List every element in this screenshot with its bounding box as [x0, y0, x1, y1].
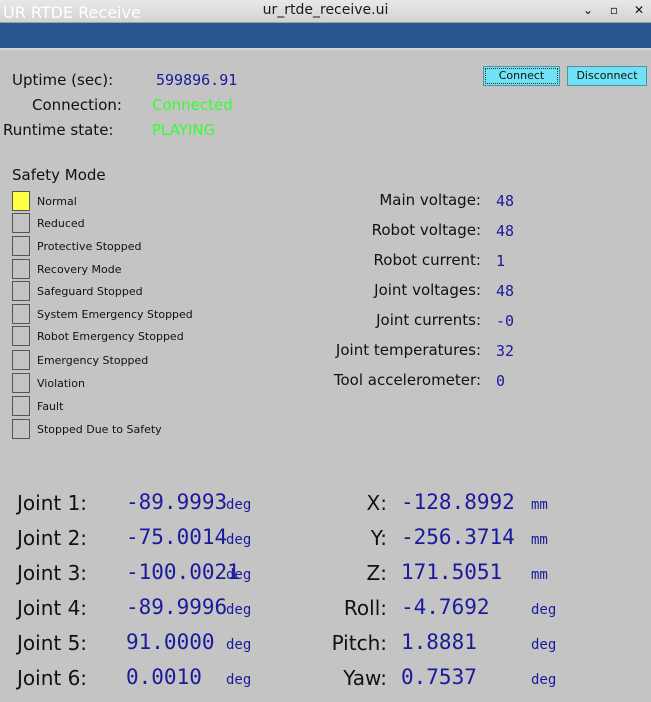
safety-mode-label: Reduced — [37, 217, 85, 230]
safety-indicator — [12, 259, 30, 279]
safety-mode-label: System Emergency Stopped — [37, 308, 193, 321]
joint-unit: deg — [226, 532, 252, 548]
safety-indicator — [12, 236, 30, 256]
runtime-label: Runtime state: — [3, 121, 114, 139]
joint-label: Joint 2: — [17, 526, 88, 550]
safety-mode-label: Robot Emergency Stopped — [37, 330, 184, 343]
joint-value: -89.9996 — [126, 595, 228, 619]
app-header — [0, 23, 651, 50]
joint-unit: deg — [226, 567, 252, 583]
pose-value: 171.5051 — [401, 560, 503, 584]
safety-indicator — [12, 373, 30, 393]
pose-label: Pitch: — [331, 631, 387, 655]
safety-indicator — [12, 191, 30, 211]
robot-status-label: Joint temperatures: — [335, 341, 481, 359]
joint-value: 0.0010 — [126, 665, 202, 689]
minimize-icon[interactable]: ⌄ — [579, 1, 597, 19]
joint-label: Joint 6: — [17, 666, 88, 690]
joint-unit: deg — [226, 672, 252, 688]
connection-label: Connection: — [32, 96, 122, 114]
robot-status-label: Tool accelerometer: — [333, 371, 481, 389]
pose-value: 0.7537 — [401, 665, 477, 689]
pose-label: Roll: — [343, 596, 387, 620]
robot-status-value: 1 — [496, 252, 506, 270]
joint-value: 91.0000 — [126, 630, 215, 654]
safety-indicator — [12, 419, 30, 439]
pose-value: -128.8992 — [401, 490, 515, 514]
uptime-value: 599896.91 — [156, 71, 238, 89]
connection-value: Connected — [152, 96, 233, 114]
pose-value: 1.8881 — [401, 630, 477, 654]
robot-status-label: Joint voltages: — [374, 281, 481, 299]
safety-mode-label: Fault — [37, 400, 64, 413]
joint-label: Joint 4: — [17, 596, 88, 620]
maximize-icon[interactable]: ▫ — [605, 1, 623, 19]
joint-unit: deg — [226, 637, 252, 653]
joint-unit: deg — [226, 602, 252, 618]
pose-label: Z: — [366, 561, 387, 585]
pose-unit: mm — [531, 567, 548, 583]
safety-mode-label: Stopped Due to Safety — [37, 423, 162, 436]
disconnect-button[interactable]: Disconnect — [567, 66, 647, 86]
safety-mode-label: Emergency Stopped — [37, 354, 149, 367]
joint-unit: deg — [226, 497, 252, 513]
pose-unit: deg — [531, 637, 557, 653]
pose-unit: deg — [531, 602, 557, 618]
joint-label: Joint 1: — [17, 491, 88, 515]
app-title: UR RTDE Receive — [3, 3, 141, 22]
pose-label: Yaw: — [343, 666, 387, 690]
pose-unit: mm — [531, 532, 548, 548]
robot-status-label: Robot voltage: — [371, 221, 481, 239]
safety-mode-label: Normal — [37, 195, 77, 208]
robot-status-value: 48 — [496, 222, 515, 240]
robot-status-value: 48 — [496, 282, 515, 300]
close-icon[interactable]: ✕ — [630, 1, 648, 19]
joint-label: Joint 5: — [17, 631, 88, 655]
pose-label: Y: — [370, 526, 387, 550]
safety-indicator — [12, 396, 30, 416]
joint-label: Joint 3: — [17, 561, 88, 585]
robot-status-value: 48 — [496, 192, 515, 210]
pose-label: X: — [366, 491, 387, 515]
joint-value: -75.0014 — [126, 525, 228, 549]
safety-mode-label: Recovery Mode — [37, 263, 122, 276]
pose-unit: mm — [531, 497, 548, 513]
safety-mode-label: Safeguard Stopped — [37, 285, 143, 298]
pose-value: -4.7692 — [401, 595, 490, 619]
safety-indicator — [12, 281, 30, 301]
pose-unit: deg — [531, 672, 557, 688]
safety-indicator — [12, 304, 30, 324]
robot-status-value: 0 — [496, 372, 506, 390]
robot-status-value: -0 — [496, 312, 515, 330]
runtime-value: PLAYING — [152, 121, 216, 139]
joint-value: -100.0021 — [126, 560, 240, 584]
safety-mode-title: Safety Mode — [12, 166, 106, 184]
connect-button[interactable]: Connect — [483, 66, 560, 86]
safety-indicator — [12, 326, 30, 346]
safety-indicator — [12, 213, 30, 233]
robot-status-label: Joint currents: — [376, 311, 481, 329]
uptime-label: Uptime (sec): — [12, 71, 114, 89]
safety-mode-label: Protective Stopped — [37, 240, 142, 253]
robot-status-value: 32 — [496, 342, 515, 360]
pose-value: -256.3714 — [401, 525, 515, 549]
safety-mode-label: Violation — [37, 377, 85, 390]
robot-status-label: Robot current: — [373, 251, 481, 269]
robot-status-label: Main voltage: — [379, 191, 481, 209]
joint-value: -89.9993 — [126, 490, 228, 514]
safety-indicator — [12, 350, 30, 370]
